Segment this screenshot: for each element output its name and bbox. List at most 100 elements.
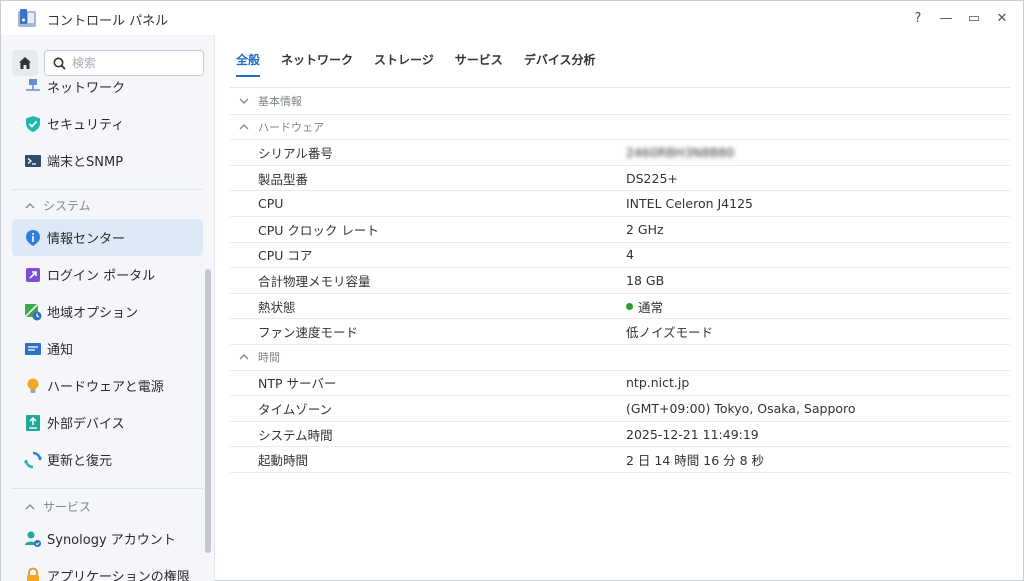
title-bar: コントロール パネル ? — ▭ ✕ [1,1,1023,35]
table-row: 製品型番 DS225+ [230,166,1010,192]
sidebar-item-login-portal[interactable]: ログイン ポータル [12,256,203,293]
sidebar-item-terminal-snmp[interactable]: 端末とSNMP [12,142,203,179]
sidebar-item-info-center[interactable]: 情報センター [12,219,203,256]
account-icon [23,529,43,549]
close-icon: ✕ [996,10,1008,26]
row-value: ntp.nict.jp [626,375,690,391]
control-panel-window: コントロール パネル ? — ▭ ✕ ネットワーク [0,0,1024,581]
status-dot-icon [626,302,633,310]
chevron-up-icon [239,123,249,130]
sidebar-item-label: セキュリティ [47,118,125,133]
table-row: 熱状態 通常 [230,294,1010,320]
network-icon [23,77,43,97]
row-key: タイムゾーン [258,401,333,417]
table-row: シリアル番号 2460RBH3N8B80 [230,140,1010,166]
row-key: 製品型番 [258,171,309,187]
row-value: 2 GHz [626,221,664,237]
row-key: 起動時間 [258,453,309,469]
tab-bar: 全般 ネットワーク ストレージ サービス デバイス分析 [236,51,616,77]
row-key: NTP サーバー [258,376,337,392]
row-key: 合計物理メモリ容量 [258,273,371,289]
sidebar-group-services[interactable]: サービス [25,498,91,515]
shield-icon [23,114,43,134]
sidebar-item-label: ハードウェアと電源 [47,380,164,395]
section-label: 基本情報 [258,95,302,109]
info-table: 基本情報 ハードウェア シリアル番号 2460RBH3N8B80 製品型番 DS… [230,89,1010,473]
row-value: 2 日 14 時間 16 分 8 秒 [626,453,765,469]
group-divider [12,189,203,190]
tab-network[interactable]: ネットワーク [281,51,353,77]
sidebar-item-synology-account[interactable]: Synology アカウント [12,520,203,557]
help-button[interactable]: ? [907,7,929,29]
table-row: 起動時間 2 日 14 時間 16 分 8 秒 [230,447,1010,473]
row-value: DS225+ [626,170,678,186]
sidebar-item-security[interactable]: セキュリティ [12,105,203,142]
table-row: システム時間 2025-12-21 11:49:19 [230,422,1010,448]
tab-general[interactable]: 全般 [236,51,261,77]
row-value: (GMT+09:00) Tokyo, Osaka, Sapporo [626,400,856,416]
sidebar-item-regional-options[interactable]: 地域オプション [12,293,203,330]
help-icon: ? [914,10,922,26]
sidebar-item-app-privileges[interactable]: アプリケーションの権限 [12,557,203,581]
table-row: NTP サーバー ntp.nict.jp [230,371,1010,397]
sidebar-group-label: システム [43,199,91,213]
tab-services[interactable]: サービス [455,51,503,77]
sidebar-item-label: 端末とSNMP [47,155,124,170]
table-row: ファン速度モード 低ノイズモード [230,319,1010,345]
external-device-icon [23,413,43,433]
chevron-up-icon [25,503,35,509]
row-value: 2025-12-21 11:49:19 [626,426,759,442]
row-key: 熱状態 [258,299,296,315]
chevron-up-icon [239,354,249,360]
table-row: 合計物理メモリ容量 18 GB [230,268,1010,294]
sidebar-group-label: サービス [43,500,92,514]
sidebar-item-update-restore[interactable]: 更新と復元 [12,441,203,478]
notification-icon [23,339,43,359]
row-key: シリアル番号 [258,145,333,161]
section-hardware[interactable]: ハードウェア [230,115,1010,141]
terminal-icon [23,151,43,171]
sidebar-item-label: 更新と復元 [47,454,113,469]
sidebar-item-label: ログイン ポータル [47,269,156,284]
section-label: 時間 [258,351,280,365]
tab-storage[interactable]: ストレージ [374,51,434,77]
region-icon [23,302,43,322]
sidebar-item-hardware-power[interactable]: ハードウェアと電源 [12,367,203,404]
row-key: ファン速度モード [258,325,359,341]
row-key: システム時間 [258,427,333,443]
sidebar-item-label: 情報センター [47,232,126,247]
sidebar-item-label: 通知 [47,343,74,358]
minimize-button[interactable]: — [935,7,957,29]
sidebar-item-network[interactable]: ネットワーク [12,68,203,105]
table-row: CPU コア 4 [230,243,1010,269]
table-row: CPU INTEL Celeron J4125 [230,191,1010,217]
chevron-up-icon [25,202,35,208]
chevron-down-icon [239,98,249,104]
row-value: INTEL Celeron J4125 [626,196,753,212]
section-time[interactable]: 時間 [230,345,1010,371]
bulb-icon [23,376,43,396]
tab-device-analytics[interactable]: デバイス分析 [524,51,596,77]
sidebar-item-label: アプリケーションの権限 [47,570,190,581]
maximize-button[interactable]: ▭ [963,7,985,29]
sidebar-item-label: 外部デバイス [47,417,125,432]
sidebar-group-system[interactable]: システム [25,197,91,214]
maximize-icon: ▭ [967,10,981,26]
sidebar-item-external-devices[interactable]: 外部デバイス [12,404,203,441]
sidebar-scrollbar[interactable] [205,269,211,553]
row-key: CPU コア [258,248,313,264]
table-row: CPU クロック レート 2 GHz [230,217,1010,243]
group-divider [12,488,203,489]
section-basic-info[interactable]: 基本情報 [230,89,1010,115]
row-value: 4 [626,247,634,263]
sidebar-item-notification[interactable]: 通知 [12,330,203,367]
info-icon [23,228,43,248]
window-title: コントロール パネル [47,14,169,29]
row-value: 低ノイズモード [626,325,714,341]
sidebar-item-label: ネットワーク [47,81,126,96]
serial-number-value: 2460RBH3N8B80 [626,144,735,160]
login-portal-icon [23,265,43,285]
status-text: 通常 [638,299,664,315]
row-key: CPU クロック レート [258,222,379,238]
close-button[interactable]: ✕ [991,7,1013,29]
